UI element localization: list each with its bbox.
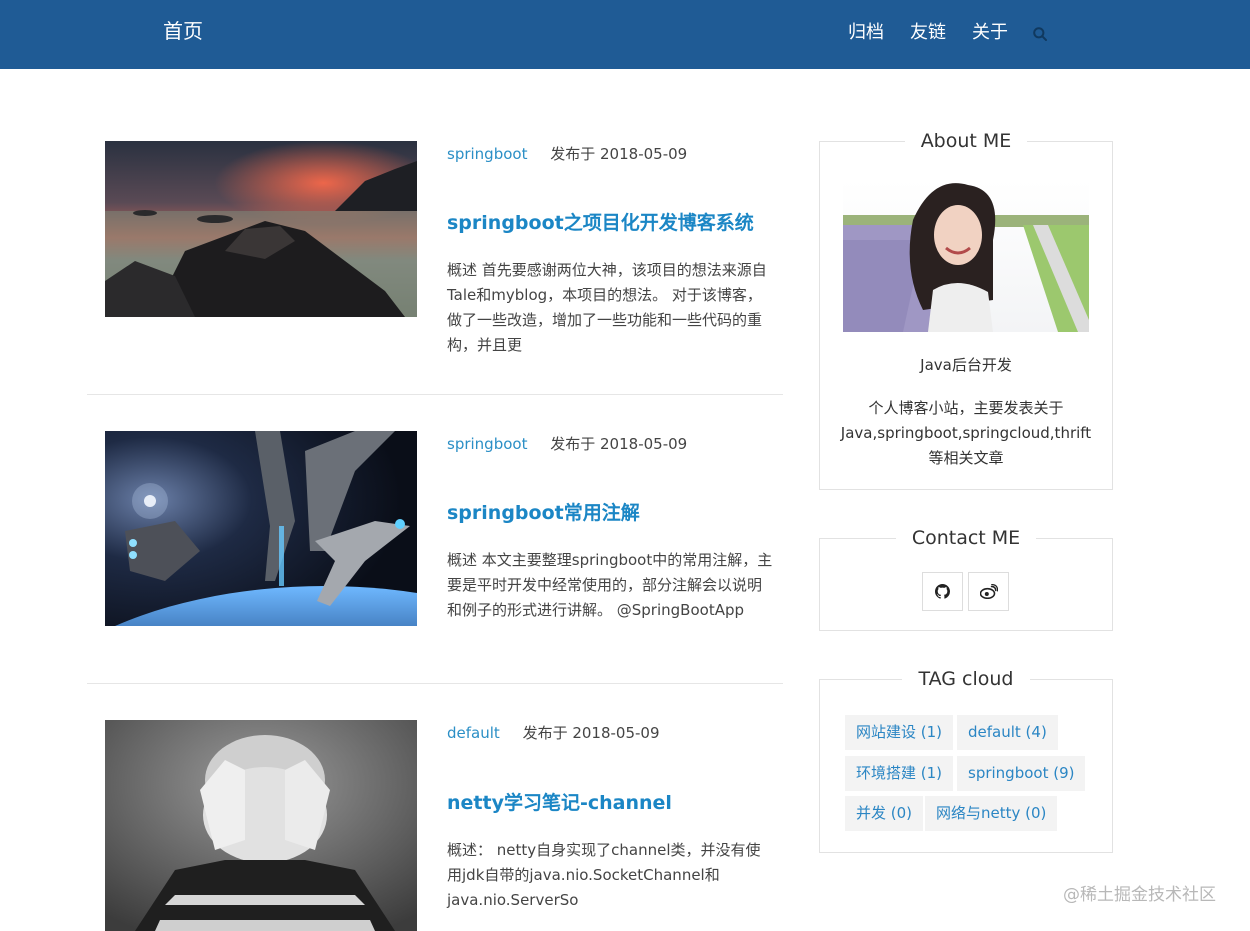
- tag-item[interactable]: 网络与netty (0): [925, 796, 1058, 831]
- post-divider: [87, 683, 783, 684]
- post-excerpt: 概述： netty自身实现了channel类，并没有使用jdk自带的java.n…: [447, 841, 761, 909]
- thumbnail-space: [105, 431, 417, 626]
- avatar-photo: [843, 180, 1089, 332]
- post-meta: springboot 发布于 2018-05-09: [447, 432, 687, 456]
- post-title[interactable]: springboot之项目化开发博客系统: [447, 209, 754, 237]
- post-category[interactable]: springboot: [447, 145, 527, 163]
- avatar: [843, 180, 1089, 332]
- tag-item[interactable]: springboot (9): [957, 756, 1086, 791]
- watermark: @稀土掘金技术社区: [1063, 885, 1216, 905]
- thumbnail-seascape: [105, 141, 417, 317]
- nav-archive[interactable]: 归档: [848, 19, 884, 47]
- post-date: 发布于 2018-05-09: [522, 724, 660, 742]
- tag-item[interactable]: default (4): [957, 715, 1058, 750]
- tag-cloud-panel: TAG cloud 网站建设 (1) default (4) 环境搭建 (1) …: [819, 668, 1113, 853]
- post-excerpt: 概述 首先要感谢两位大神，该项目的想法来源自Tale和myblog，本项目的想法…: [447, 261, 767, 354]
- contact-title: Contact ME: [820, 525, 1112, 551]
- about-bio: 个人博客小站，主要发表关于Java,springboot,springcloud…: [840, 399, 1092, 467]
- weibo-icon: [979, 584, 998, 599]
- thumbnail-child: [105, 720, 417, 931]
- post-thumbnail[interactable]: [105, 431, 417, 626]
- post-title[interactable]: netty学习笔记-channel: [447, 789, 672, 817]
- post-thumbnail[interactable]: [105, 720, 417, 931]
- nav-links[interactable]: 友链: [910, 19, 946, 47]
- github-icon: [935, 584, 950, 599]
- weibo-button[interactable]: [968, 572, 1009, 611]
- post-date: 发布于 2018-05-09: [550, 435, 688, 453]
- about-title: About ME: [820, 128, 1112, 154]
- post-meta: springboot 发布于 2018-05-09: [447, 142, 687, 166]
- post-divider: [87, 394, 783, 395]
- tag-cloud-title: TAG cloud: [820, 666, 1112, 692]
- post-thumbnail[interactable]: [105, 141, 417, 317]
- github-button[interactable]: [922, 572, 963, 611]
- about-panel: About ME Java后台开发 个人博客小站，主要发表关于Java,spri…: [819, 130, 1113, 490]
- top-navbar: 首页 归档 友链 关于: [0, 0, 1250, 69]
- tag-item[interactable]: 网站建设 (1): [845, 715, 954, 750]
- post-category[interactable]: springboot: [447, 435, 527, 453]
- search-icon[interactable]: [1032, 26, 1048, 42]
- tag-item[interactable]: 并发 (0): [845, 796, 924, 831]
- main-nav: 归档 友链 关于: [848, 19, 1048, 47]
- post-date: 发布于 2018-05-09: [550, 145, 688, 163]
- post-excerpt: 概述 本文主要整理springboot中的常用注解，主要是平时开发中经常使用的，…: [447, 551, 773, 619]
- post-title[interactable]: springboot常用注解: [447, 499, 640, 527]
- post-meta: default 发布于 2018-05-09: [447, 721, 660, 745]
- tag-item[interactable]: 环境搭建 (1): [845, 756, 954, 791]
- about-role: Java后台开发: [920, 356, 1012, 374]
- post-category[interactable]: default: [447, 724, 500, 742]
- contact-panel: Contact ME: [819, 527, 1113, 631]
- home-link[interactable]: 首页: [163, 17, 203, 45]
- nav-about[interactable]: 关于: [972, 19, 1008, 47]
